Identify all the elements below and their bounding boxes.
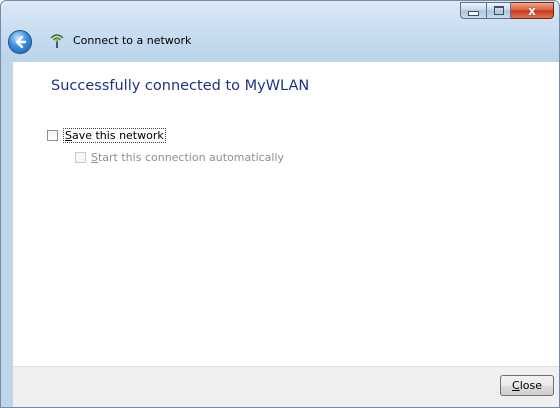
maximize-icon xyxy=(493,6,504,15)
close-icon: x xyxy=(528,3,536,18)
save-network-label[interactable]: Save this network xyxy=(63,128,166,143)
caption-buttons: x xyxy=(460,2,554,19)
save-network-option[interactable]: Save this network xyxy=(47,128,166,143)
close-button[interactable]: Close xyxy=(500,375,554,396)
status-heading: Successfully connected to MyWLAN xyxy=(51,78,310,94)
window-close-button[interactable]: x xyxy=(511,2,554,19)
title-bar[interactable]: x Connect to a network xyxy=(1,1,559,61)
minimize-button[interactable] xyxy=(460,2,486,19)
start-automatically-checkbox xyxy=(75,152,86,163)
start-automatically-label: Start this connection automatically xyxy=(91,151,285,164)
content-area: Successfully connected to MyWLAN Save th… xyxy=(13,61,559,366)
wireless-network-icon xyxy=(50,34,64,48)
footer-bar: Close xyxy=(13,366,559,407)
maximize-button[interactable] xyxy=(486,2,511,19)
window-title: Connect to a network xyxy=(73,34,192,47)
minimize-icon xyxy=(468,11,479,16)
save-network-checkbox[interactable] xyxy=(47,130,58,141)
back-arrow-icon xyxy=(15,35,27,49)
back-button[interactable] xyxy=(8,30,32,54)
start-automatically-option: Start this connection automatically xyxy=(75,151,284,164)
dialog-window: x Connect to a network Successfully conn… xyxy=(0,0,560,408)
